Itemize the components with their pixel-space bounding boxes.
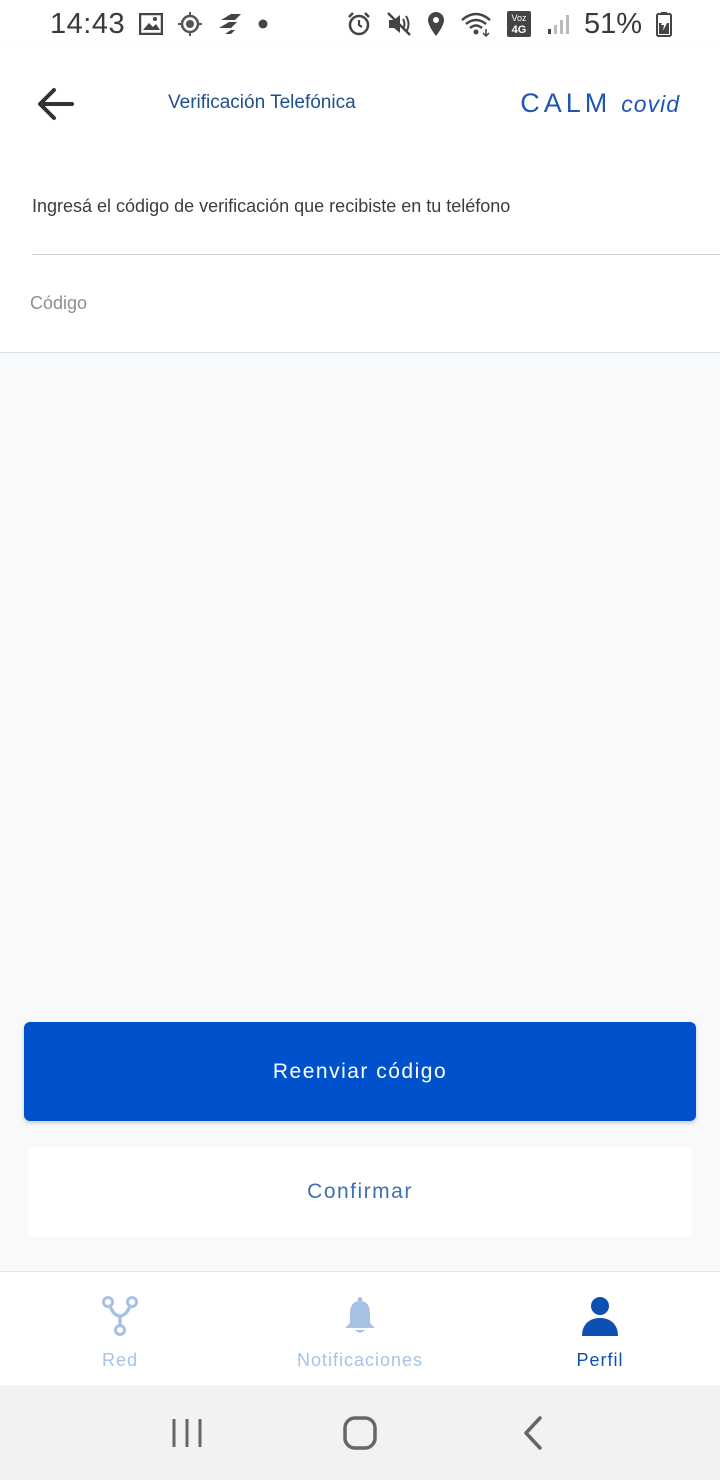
instruction-text: Ingresá el código de verificación que re…: [32, 196, 511, 216]
network-label: 4G: [512, 24, 527, 36]
location-target-icon: [177, 11, 203, 37]
signal-icon: [546, 12, 570, 36]
code-input[interactable]: [30, 278, 690, 328]
nav-label-red: Red: [101, 1350, 139, 1370]
brand-main: CALM: [520, 88, 612, 118]
chevron-left-icon: [524, 1415, 543, 1450]
back-button[interactable]: [30, 82, 82, 126]
nav-label-perfil: Perfil: [576, 1350, 624, 1370]
network-icon: [102, 1294, 138, 1338]
nav-item-red[interactable]: Red: [0, 1272, 240, 1385]
status-time: 14:43: [50, 7, 126, 40]
verification-form: Ingresá el código de verificación que re…: [0, 160, 720, 353]
recent-apps-button[interactable]: [147, 1403, 227, 1463]
confirm-button[interactable]: Confirmar: [28, 1147, 692, 1237]
system-back-button[interactable]: [493, 1403, 573, 1463]
location-pin-icon: [426, 11, 446, 37]
app-notification-icon: [217, 12, 243, 36]
bottom-nav: Red Notificaciones Perfil: [0, 1271, 720, 1385]
mute-icon: [386, 11, 412, 37]
system-nav-bar: [0, 1385, 720, 1480]
battery-icon: [656, 11, 672, 37]
volte-4g-icon: Voz 4G: [506, 10, 532, 38]
resend-code-button[interactable]: Reenviar código: [24, 1022, 696, 1121]
dot-icon: [257, 18, 269, 30]
app-header: Verificación Telefónica CALM covid: [0, 48, 720, 160]
arrow-back-icon: [38, 88, 74, 120]
wifi-icon: [460, 11, 492, 37]
volte-label: Voz: [511, 13, 527, 23]
status-bar: 14:43 Voz 4G 51%: [0, 0, 720, 48]
nav-item-notificaciones[interactable]: Notificaciones: [240, 1272, 480, 1385]
nav-item-perfil[interactable]: Perfil: [480, 1272, 720, 1385]
home-icon: [343, 1415, 377, 1450]
bell-icon: [342, 1294, 378, 1338]
status-right: Voz 4G 51%: [346, 8, 672, 41]
brand-logo: CALM covid: [520, 88, 680, 119]
recent-apps-icon: [172, 1418, 202, 1447]
brand-sub: covid: [621, 91, 680, 117]
person-icon: [581, 1294, 619, 1338]
home-button[interactable]: [320, 1403, 400, 1463]
battery-percent: 51%: [583, 7, 642, 40]
status-left: 14:43: [50, 8, 269, 41]
nav-label-notificaciones: Notificaciones: [296, 1350, 424, 1370]
page-title: Verificación Telefónica: [168, 92, 356, 113]
image-icon: [139, 13, 164, 35]
divider: [32, 254, 720, 255]
alarm-icon: [346, 11, 372, 37]
